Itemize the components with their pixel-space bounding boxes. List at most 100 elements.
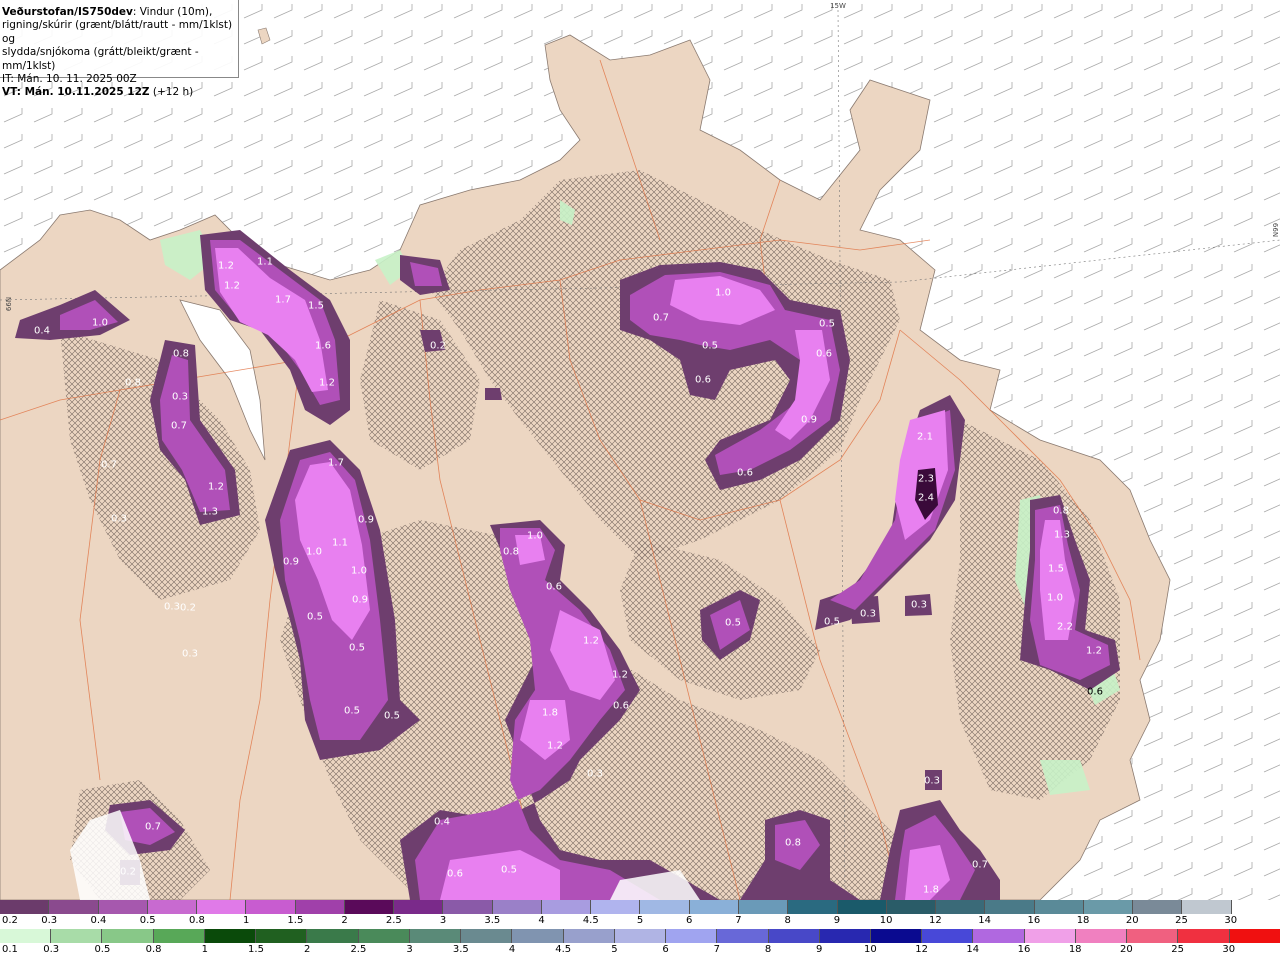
precip-value-label: 1.3 bbox=[1054, 529, 1070, 541]
colorbar-tick-label: 1.5 bbox=[287, 915, 304, 926]
colorbar-cell bbox=[689, 900, 739, 914]
colorbar-tick-label: 4 bbox=[538, 915, 545, 926]
precip-value-label: 0.9 bbox=[352, 594, 368, 606]
precip-value-label: 1.1 bbox=[257, 256, 273, 268]
snow-colorbar-ticks: 0.2 0.3 0.4 0.5 0.8 1 1.5 2 2.5 3 3.5 4 4.5 5 6 7 8 9 10 12… bbox=[0, 915, 1280, 927]
precip-value-label: 2.2 bbox=[1057, 621, 1073, 633]
precip-value-label: 1.5 bbox=[308, 300, 324, 312]
precip-value-label: 0.7 bbox=[972, 859, 988, 871]
precip-value-label: 1.2 bbox=[612, 669, 628, 681]
colorbar-tick-label: 14 bbox=[966, 944, 980, 955]
precip-value-label: 0.3 bbox=[111, 513, 127, 525]
precip-value-label: 0.7 bbox=[171, 420, 187, 432]
colorbar-cell bbox=[102, 929, 154, 943]
colorbar-tick-label: 25 bbox=[1175, 915, 1188, 926]
colorbar-tick-label: 9 bbox=[833, 915, 841, 926]
colorbar-tick-label: 3.5 bbox=[452, 944, 469, 955]
colorbar-tick-label: 4 bbox=[508, 944, 516, 955]
colorbar-tick-label: 0.5 bbox=[94, 944, 111, 955]
precip-value-label: 0.8 bbox=[785, 837, 801, 849]
precip-value-label: 2.1 bbox=[917, 431, 933, 443]
precip-value-label: 0.2 bbox=[120, 866, 136, 878]
precip-value-label: 0.8 bbox=[125, 377, 141, 389]
precip-value-label: 1.0 bbox=[527, 530, 543, 542]
precip-value-label: 1.7 bbox=[328, 457, 344, 469]
init-time: IT: Mán. 10. 11. 2025 00Z bbox=[2, 73, 137, 86]
precip-value-label: 0.8 bbox=[503, 546, 519, 558]
precip-value-label: 0.3 bbox=[860, 608, 876, 620]
precip-value-label: 0.5 bbox=[349, 642, 365, 654]
precip-value-label: 1.7 bbox=[275, 294, 291, 306]
precip-value-label: 1.0 bbox=[1047, 592, 1063, 604]
precip-value-label: 0.7 bbox=[653, 312, 669, 324]
colorbar-tick-label: 10 bbox=[879, 915, 893, 926]
colorbar-tick-label: 20 bbox=[1125, 915, 1139, 926]
forecast-hour: (+12 h) bbox=[149, 86, 194, 99]
colorbar-cell bbox=[295, 900, 345, 914]
precip-value-label: 1.0 bbox=[715, 287, 731, 299]
precip-value-label: 0.8 bbox=[173, 348, 189, 360]
colorbar-cell bbox=[344, 900, 395, 914]
colorbar-cell bbox=[936, 900, 986, 914]
colorbar-cell bbox=[246, 900, 296, 914]
precip-value-label: 1.6 bbox=[315, 340, 331, 352]
precip-value-label: 0.3 bbox=[911, 599, 927, 611]
colorbar-cell bbox=[1034, 900, 1084, 914]
colorbar-cell bbox=[197, 900, 247, 914]
colorbar-cell bbox=[768, 929, 820, 943]
map-title-box: Veðurstofan/IS750dev: Vindur (10m), rign… bbox=[0, 0, 239, 98]
title-source: Veðurstofan/IS750dev bbox=[2, 6, 133, 18]
colorbar-tick-label: 2 bbox=[341, 915, 348, 926]
colorbar-cell bbox=[973, 929, 1025, 943]
precip-value-label: 0.3 bbox=[924, 775, 940, 787]
colorbar-cell bbox=[640, 900, 690, 914]
colorbar-tick-label: 3 bbox=[439, 915, 447, 926]
precip-value-label: 1.2 bbox=[547, 740, 563, 752]
colorbar-cell bbox=[788, 900, 838, 914]
colorbar-cell bbox=[256, 929, 308, 943]
colorbar-tick-label: 6 bbox=[662, 944, 669, 955]
colorbar-cell bbox=[461, 929, 513, 943]
colorbar-cell bbox=[0, 900, 50, 914]
colorbar-tick-label: 8 bbox=[764, 944, 772, 955]
precip-value-label: 2.4 bbox=[918, 492, 934, 504]
colorbar-cell bbox=[1182, 900, 1232, 914]
colorbar-tick-label: 0.1 bbox=[2, 944, 18, 955]
snow-colorbar bbox=[0, 900, 1280, 914]
colorbar-tick-label: 10 bbox=[864, 944, 877, 955]
colorbar-tick-label: 0.2 bbox=[2, 915, 18, 926]
title-variable: : Vindur (10m), bbox=[132, 6, 213, 18]
colorbar-cell bbox=[358, 929, 410, 943]
precip-value-label: 1.2 bbox=[319, 377, 335, 389]
colorbar-cell bbox=[51, 929, 103, 943]
precip-value-label: 0.9 bbox=[801, 414, 817, 426]
colorbar-cell bbox=[541, 900, 592, 914]
precip-value-label: 0.3 bbox=[164, 601, 180, 613]
precip-value-label: 0.5 bbox=[824, 616, 840, 628]
colorbar-tick-label: 1 bbox=[201, 944, 208, 955]
colorbar-tick-label: 0.5 bbox=[139, 915, 156, 926]
colorbar-tick-label: 12 bbox=[929, 915, 942, 926]
colorbar-cell bbox=[717, 929, 769, 943]
rain-colorbar-ticks: 0.1 0.3 0.5 0.8 1 1.5 2 2.5 3 3.5 4 4.5 5 6 7 8 9 10 12 14 1… bbox=[0, 944, 1280, 956]
colorbar-tick-label: 1.5 bbox=[248, 944, 264, 955]
precip-value-label: 0.3 bbox=[182, 648, 198, 660]
colorbar-tick-label: 0.4 bbox=[90, 915, 107, 926]
precip-value-label: 1.3 bbox=[202, 506, 218, 518]
precip-value-label: 0.6 bbox=[737, 467, 753, 479]
colorbar-tick-label: 7 bbox=[713, 944, 720, 955]
colorbar-tick-label: 25 bbox=[1171, 944, 1184, 955]
colorbar-cell bbox=[1083, 900, 1134, 914]
precip-value-label: 0.9 bbox=[283, 556, 299, 568]
colorbar-tick-label: 16 bbox=[1027, 915, 1041, 926]
precip-value-label: 0.7 bbox=[145, 821, 161, 833]
precip-value-label: 0.6 bbox=[613, 700, 629, 712]
precip-value-label: 0.5 bbox=[384, 710, 400, 722]
colorbar-tick-label: 3 bbox=[406, 944, 413, 955]
precip-value-label: 1.8 bbox=[542, 707, 558, 719]
title-line-3: slydda/snjókoma (grátt/bleikt/grænt - mm… bbox=[2, 46, 199, 72]
precip-value-label: 1.2 bbox=[218, 260, 234, 272]
valid-time-line: VT: Mán. 10.11.2025 12Z (+12 h) bbox=[2, 86, 238, 99]
colorbar-cell bbox=[666, 929, 718, 943]
colorbar-tick-label: 0.8 bbox=[188, 915, 205, 926]
